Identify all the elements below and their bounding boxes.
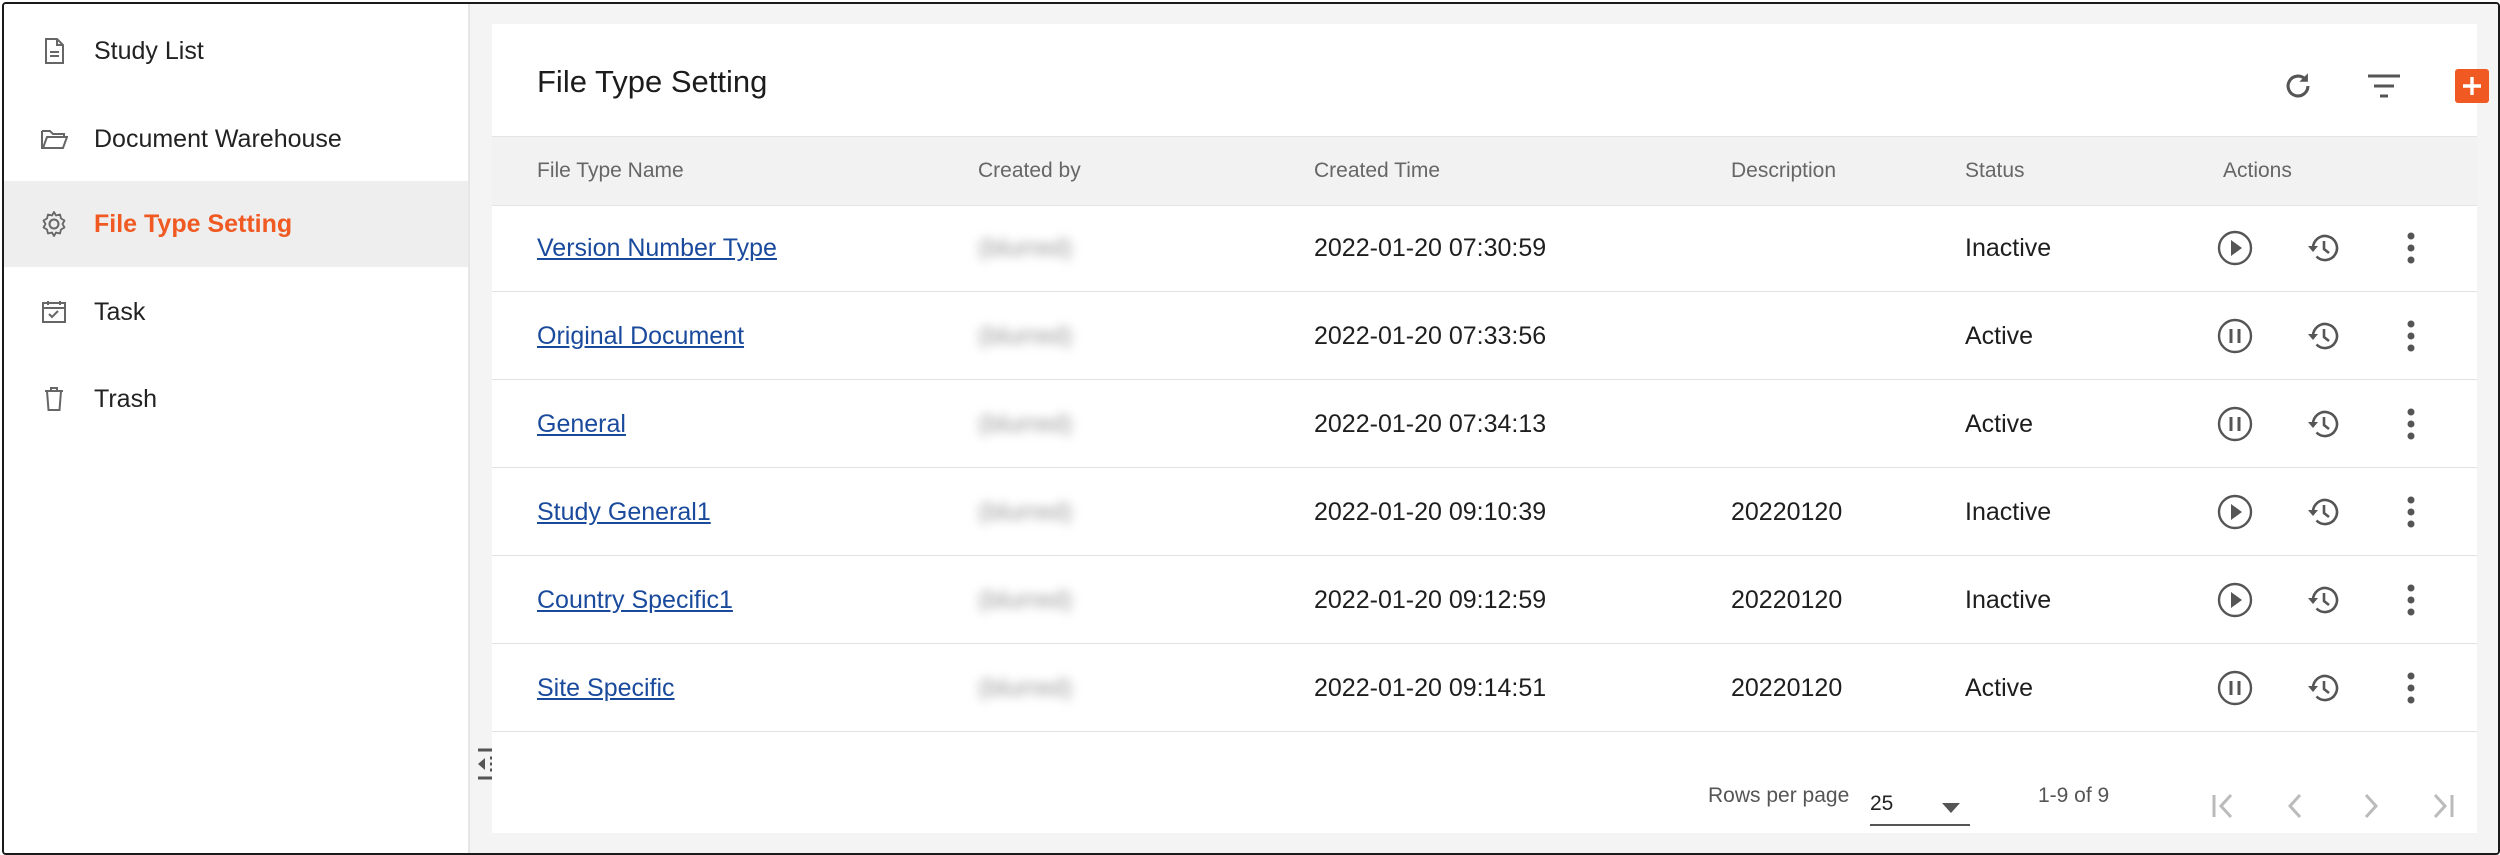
sidebar-item-label: Task [94, 297, 146, 326]
status-cell: Active [1965, 322, 2034, 350]
file-type-name-link[interactable]: Country Specific1 [537, 586, 733, 615]
content-card: File Type Setting File Type Name Created… [492, 24, 2489, 833]
table-row: General (blurred) 2022-01-20 07:34:13 Activ… [492, 381, 2477, 468]
sidebar-item-file-type-setting[interactable]: File Type Setting [4, 181, 468, 267]
document-icon [38, 35, 70, 67]
play-icon[interactable] [2213, 578, 2257, 622]
play-icon[interactable] [2213, 226, 2257, 270]
column-header-created-time[interactable]: Created Time [1314, 159, 1440, 183]
column-header-actions: Actions [2223, 159, 2292, 182]
sidebar-item-task[interactable]: Task [4, 269, 468, 355]
previous-page-icon[interactable] [2274, 784, 2318, 828]
app-window: Study List Document Warehouse File Type … [2, 2, 2500, 855]
last-page-icon[interactable] [2420, 784, 2464, 828]
file-type-name-link[interactable]: Site Specific [537, 674, 675, 703]
created-by-cell: (blurred) [978, 498, 1073, 526]
created-time-cell: 2022-01-20 09:12:59 [1314, 586, 1547, 614]
more-options-icon[interactable] [2389, 490, 2433, 534]
table-row: Version Number Type (blurred) 2022-01-20 0… [492, 205, 2477, 292]
sidebar-item-trash[interactable]: Trash [4, 356, 468, 442]
more-options-icon[interactable] [2389, 314, 2433, 358]
calendar-check-icon [38, 296, 70, 328]
column-header-description[interactable]: Description [1731, 159, 1836, 183]
created-by-cell: (blurred) [978, 674, 1073, 702]
created-time-cell: 2022-01-20 07:34:13 [1314, 410, 1547, 438]
table-row: Original Document (blurred) 2022-01-20 07:… [492, 293, 2477, 380]
table-row: Study General1 (blurred) 2022-01-20 09:10:… [492, 469, 2477, 556]
sidebar-item-label: File Type Setting [94, 209, 293, 238]
table-row: Country Specific1 (blurred) 2022-01-20 09:… [492, 557, 2477, 644]
file-type-name-link[interactable]: Study General1 [537, 498, 711, 527]
table-row: Site Specific (blurred) 2022-01-20 09:14:5… [492, 645, 2477, 732]
column-header-status[interactable]: Status [1965, 159, 2025, 183]
next-page-icon[interactable] [2348, 784, 2392, 828]
created-time-cell: 2022-01-20 09:10:39 [1314, 498, 1547, 526]
chevron-down-icon [1942, 800, 1960, 818]
created-time-cell: 2022-01-20 07:30:59 [1314, 234, 1547, 262]
description-cell: 20220120 [1731, 674, 1843, 702]
created-time-cell: 2022-01-20 07:33:56 [1314, 322, 1547, 350]
created-by-cell: (blurred) [978, 322, 1073, 350]
history-icon[interactable] [2301, 578, 2345, 622]
first-page-icon[interactable] [2202, 784, 2246, 828]
page-title: File Type Setting [537, 64, 768, 99]
more-options-icon[interactable] [2389, 226, 2433, 270]
pause-icon[interactable] [2213, 314, 2257, 358]
created-time-cell: 2022-01-20 09:14:51 [1314, 674, 1547, 702]
play-icon[interactable] [2213, 490, 2257, 534]
sidebar: Study List Document Warehouse File Type … [4, 4, 470, 853]
column-header-file-type-name[interactable]: File Type Name [537, 159, 684, 183]
file-type-name-link[interactable]: Version Number Type [537, 234, 777, 263]
history-icon[interactable] [2301, 402, 2345, 446]
created-by-cell: (blurred) [978, 410, 1073, 438]
main-area: File Type Setting File Type Name Created… [470, 4, 2498, 853]
sidebar-item-label: Study List [94, 36, 204, 65]
description-cell: 20220120 [1731, 586, 1843, 614]
more-options-icon[interactable] [2389, 666, 2433, 710]
more-options-icon[interactable] [2389, 402, 2433, 446]
column-header-created-by[interactable]: Created by [978, 159, 1081, 183]
trash-icon [38, 383, 70, 415]
folder-open-icon [38, 123, 70, 155]
pause-icon[interactable] [2213, 402, 2257, 446]
sidebar-item-document-warehouse[interactable]: Document Warehouse [4, 96, 468, 182]
filter-icon[interactable] [2362, 64, 2406, 108]
pause-icon[interactable] [2213, 666, 2257, 710]
table-header: File Type Name Created by Created Time D… [492, 136, 2477, 206]
description-cell: 20220120 [1731, 498, 1843, 526]
file-type-name-link[interactable]: General [537, 410, 626, 439]
rows-per-page-select[interactable]: 25 [1870, 786, 1970, 826]
add-icon[interactable] [2450, 64, 2494, 108]
created-by-cell: (blurred) [978, 234, 1073, 262]
history-icon[interactable] [2301, 490, 2345, 534]
status-cell: Inactive [1965, 586, 2052, 614]
history-icon[interactable] [2301, 314, 2345, 358]
status-cell: Active [1965, 410, 2034, 438]
gear-icon [38, 208, 70, 240]
created-by-cell: (blurred) [978, 586, 1073, 614]
file-type-name-link[interactable]: Original Document [537, 322, 744, 351]
more-options-icon[interactable] [2389, 578, 2433, 622]
status-cell: Inactive [1965, 234, 2052, 262]
sidebar-item-label: Trash [94, 384, 157, 413]
history-icon[interactable] [2301, 226, 2345, 270]
rows-per-page-value: 25 [1870, 792, 1894, 815]
refresh-icon[interactable] [2276, 64, 2320, 108]
pagination-range: 1-9 of 9 [2038, 784, 2110, 807]
rows-per-page-label: Rows per page [1708, 784, 1850, 807]
sidebar-item-label: Document Warehouse [94, 124, 342, 153]
status-cell: Inactive [1965, 498, 2052, 526]
sidebar-item-study-list[interactable]: Study List [4, 8, 468, 94]
history-icon[interactable] [2301, 666, 2345, 710]
status-cell: Active [1965, 674, 2034, 702]
